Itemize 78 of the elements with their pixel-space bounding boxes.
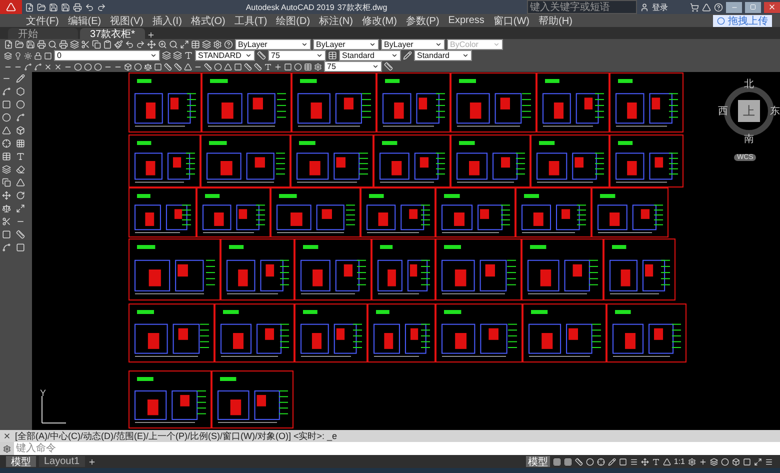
command-history: [全部(A)/中心(C)/动态(D)/范围(E)/上一个(P)/比例(S)/窗口(W)/对象(O)] <实时>: _e bbox=[15, 430, 337, 442]
close-icon bbox=[768, 3, 776, 11]
document-tab[interactable]: 开始 bbox=[8, 28, 78, 39]
add-layout-icon[interactable] bbox=[88, 458, 96, 466]
quick-access-icon[interactable] bbox=[49, 2, 58, 12]
menu-item[interactable]: Express bbox=[448, 15, 484, 26]
multileader-icon[interactable] bbox=[403, 51, 412, 60]
menu-item[interactable]: 视图(V) bbox=[110, 14, 144, 28]
app-menu-button[interactable] bbox=[0, 0, 22, 14]
lineweight-dropdown[interactable]: ByLayer bbox=[381, 39, 445, 50]
layer-icon[interactable] bbox=[34, 52, 42, 60]
file-name: 37款衣柜.dwg bbox=[337, 2, 388, 12]
cloud-icon bbox=[717, 16, 725, 24]
menu-item[interactable]: 标注(N) bbox=[319, 14, 353, 28]
drawing-sheet bbox=[128, 134, 200, 188]
close-icon[interactable] bbox=[3, 432, 11, 440]
menu-item[interactable]: 参数(P) bbox=[406, 14, 440, 28]
layer-icon[interactable] bbox=[44, 52, 52, 60]
drawing-sheet bbox=[372, 238, 436, 300]
dimension-icon[interactable] bbox=[257, 51, 266, 60]
quick-access-icon[interactable] bbox=[97, 2, 106, 12]
layout-tab[interactable]: 模型 bbox=[6, 456, 36, 467]
new-tab-icon[interactable] bbox=[147, 31, 156, 39]
quick-access-icon[interactable] bbox=[85, 2, 94, 12]
quick-access-icon[interactable] bbox=[61, 2, 70, 12]
menu-item[interactable]: 绘图(D) bbox=[276, 14, 310, 28]
maximize-button[interactable] bbox=[745, 2, 761, 12]
sign-in-link[interactable]: 登录 bbox=[652, 2, 668, 12]
menu-item[interactable]: 编辑(E) bbox=[68, 14, 102, 28]
menu-item[interactable]: 工具(T) bbox=[234, 14, 268, 28]
text-style-dropdown[interactable]: STANDARD bbox=[195, 50, 255, 61]
layout-tab[interactable]: Layout1 bbox=[39, 456, 85, 467]
compass-south[interactable]: 南 bbox=[744, 132, 754, 146]
drawing-sheet bbox=[604, 238, 676, 300]
layer-icon[interactable] bbox=[24, 52, 32, 60]
annotation-scale[interactable]: 1:1 bbox=[674, 457, 685, 466]
layer-icon[interactable] bbox=[4, 52, 12, 60]
menu-item[interactable]: 文件(F) bbox=[26, 14, 59, 28]
compass-west[interactable]: 西 bbox=[718, 104, 728, 118]
menu-item[interactable]: 插入(I) bbox=[152, 14, 182, 28]
axis-label: Y bbox=[40, 388, 46, 398]
menu-item[interactable]: 窗口(W) bbox=[493, 14, 530, 28]
dim-style-dropdown[interactable]: Standard bbox=[339, 50, 401, 61]
menu-item[interactable]: 修改(M) bbox=[362, 14, 397, 28]
search-field[interactable]: 键入关键字或短语 bbox=[527, 0, 637, 14]
menu-item[interactable]: 帮助(H) bbox=[538, 14, 572, 28]
layer-icon[interactable] bbox=[14, 52, 22, 60]
text-style-icon[interactable] bbox=[184, 51, 193, 60]
quick-access-icon[interactable] bbox=[73, 2, 82, 12]
quick-access-icon[interactable] bbox=[25, 2, 34, 12]
triangle-logo-icon bbox=[6, 2, 16, 12]
maximize-icon bbox=[750, 4, 756, 10]
upload-button[interactable]: 拖拽上传 bbox=[713, 14, 772, 26]
document-tab[interactable]: 37款衣柜* bbox=[80, 28, 146, 39]
drawing-sheet bbox=[128, 188, 196, 238]
color-dropdown[interactable]: ByLayer bbox=[235, 39, 311, 50]
layer-dropdown[interactable]: 0 bbox=[54, 50, 160, 61]
compass-north[interactable]: 北 bbox=[744, 77, 754, 91]
menu-item[interactable]: 格式(O) bbox=[190, 14, 226, 28]
quick-access-icon[interactable] bbox=[37, 2, 46, 12]
scale-dropdown[interactable]: 75 bbox=[324, 61, 382, 72]
command-input[interactable]: 键入命令 bbox=[14, 442, 780, 455]
cart-icon[interactable] bbox=[690, 2, 699, 12]
drawing-sheet bbox=[368, 304, 436, 362]
linetype-dropdown[interactable]: ByLayer bbox=[313, 39, 379, 50]
settings-icon[interactable] bbox=[3, 444, 11, 452]
user-icon[interactable] bbox=[640, 2, 649, 12]
dim-scale-dropdown[interactable]: 75 bbox=[268, 50, 326, 61]
help-icon[interactable] bbox=[714, 2, 723, 12]
viewcube-face[interactable]: 上 bbox=[738, 100, 760, 122]
table-style-dropdown[interactable]: Standard bbox=[414, 50, 472, 61]
minimize-button[interactable] bbox=[726, 2, 742, 12]
compass-east[interactable]: 东 bbox=[770, 104, 780, 118]
close-button[interactable] bbox=[764, 2, 780, 12]
table-icon[interactable] bbox=[328, 51, 337, 60]
window-title: Autodesk AutoCAD 2019 bbox=[246, 2, 334, 12]
model-space-button[interactable]: 模型 bbox=[526, 456, 550, 467]
ucs-axis-icon bbox=[42, 396, 66, 424]
